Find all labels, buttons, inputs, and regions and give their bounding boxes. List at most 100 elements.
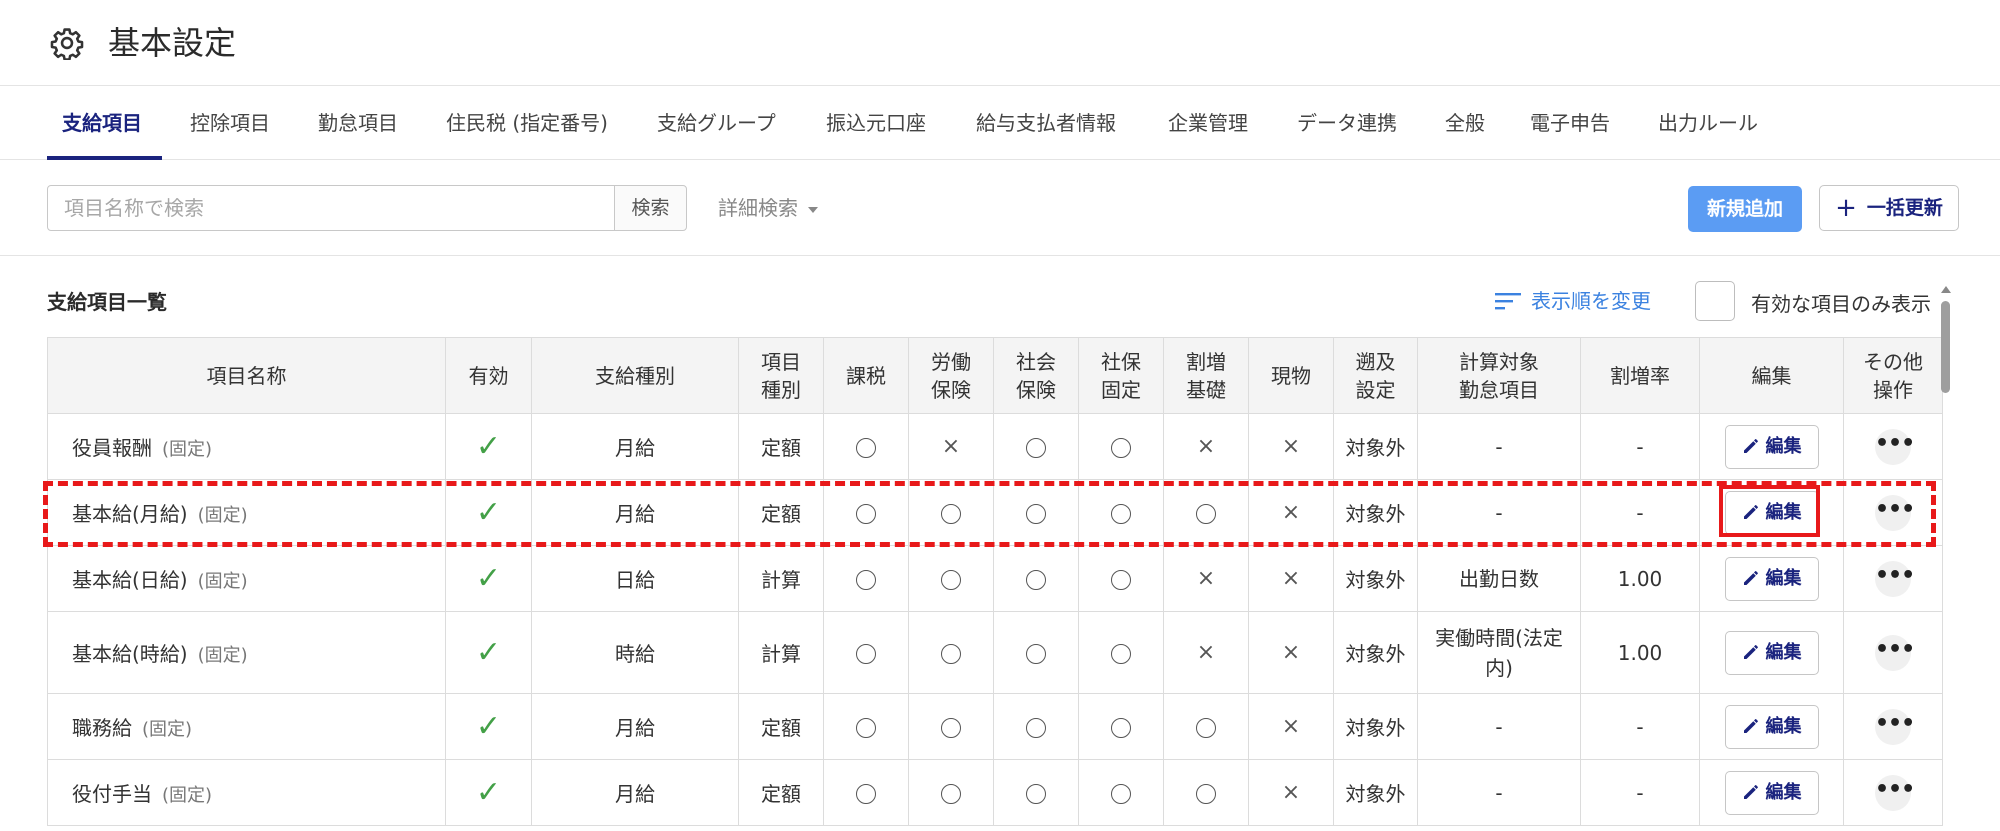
- circle-mark-icon: [1026, 644, 1046, 664]
- more-options-icon[interactable]: •••: [1875, 560, 1915, 597]
- pencil-icon: [1743, 784, 1758, 799]
- scrollbar-thumb[interactable]: [1941, 301, 1950, 393]
- table-header-row: 項目名称 有効 支給種別 項目 種別 課税 労働 保険 社会 保険 社保 固定 割増 基礎…: [47, 337, 1943, 414]
- edit-button[interactable]: 編集: [1724, 556, 1819, 601]
- item-name-cell: 基本給(時給) (固定): [47, 611, 446, 694]
- cross-mark-icon: ×: [941, 434, 961, 459]
- circle-mark-icon: [1111, 570, 1131, 590]
- tab-company-management[interactable]: 企業管理: [1168, 86, 1248, 160]
- premium-rate-cell: 1.00: [1580, 611, 1700, 694]
- cross-mark-icon: ×: [1281, 434, 1301, 459]
- add-new-button[interactable]: 新規追加: [1688, 186, 1802, 232]
- tax-cell: [823, 611, 909, 694]
- page-header: 基本設定: [0, 0, 2000, 86]
- edit-button[interactable]: 編集: [1724, 630, 1819, 675]
- premium-rate-cell: 1.00: [1580, 545, 1700, 612]
- table-row[interactable]: 基本給(時給) (固定) ✓ 時給 計算 × × 対象外 実働時間(法定内) 1.00 編集 •••: [47, 611, 1943, 694]
- item-type-cell: 定額: [738, 413, 824, 480]
- shaho-cell: [1078, 759, 1164, 826]
- premium-rate-cell: -: [1580, 479, 1700, 546]
- circle-mark-icon: [1026, 504, 1046, 524]
- col-header-valid: 有効: [445, 337, 532, 414]
- more-options-icon[interactable]: •••: [1875, 494, 1915, 531]
- premium-cell: [1163, 693, 1249, 760]
- premium-cell: ×: [1163, 611, 1249, 694]
- bulk-update-button[interactable]: + 一括更新: [1819, 185, 1959, 231]
- item-name-cell: 役付手当 (固定): [47, 759, 446, 826]
- tab-transfer-account[interactable]: 振込元口座: [826, 86, 926, 160]
- other-actions-cell: •••: [1843, 479, 1943, 546]
- table-row[interactable]: 基本給(日給) (固定) ✓ 日給 計算 × × 対象外 出勤日数 1.00 編集 •••: [47, 545, 1943, 612]
- more-options-icon[interactable]: •••: [1875, 428, 1915, 465]
- retroactive-cell: 対象外: [1333, 413, 1418, 480]
- shaho-cell: [1078, 545, 1164, 612]
- tab-payer-info[interactable]: 給与支払者情報: [976, 86, 1116, 160]
- pencil-icon: [1743, 570, 1758, 585]
- table-row[interactable]: 職務給 (固定) ✓ 月給 定額 × 対象外 - - 編集 •••: [47, 693, 1943, 760]
- tab-deduction-items[interactable]: 控除項目: [190, 86, 270, 160]
- search-toolbar: 検索 詳細検索 新規追加 + 一括更新: [0, 160, 2000, 256]
- tax-cell: [823, 693, 909, 760]
- circle-mark-icon: [1026, 570, 1046, 590]
- item-name: 基本給(時給): [72, 642, 188, 666]
- edit-button[interactable]: 編集: [1724, 770, 1819, 815]
- circle-mark-icon: [941, 784, 961, 804]
- col-header-retroactive: 遡及 設定: [1333, 337, 1418, 414]
- tab-attendance-items[interactable]: 勤怠項目: [318, 86, 398, 160]
- advanced-search-dropdown[interactable]: 詳細検索: [718, 185, 818, 231]
- pencil-icon: [1743, 644, 1758, 659]
- edit-label: 編集: [1765, 781, 1802, 803]
- item-type-cell: 定額: [738, 693, 824, 760]
- tab-e-filing[interactable]: 電子申告: [1530, 86, 1610, 160]
- search-button[interactable]: 検索: [614, 185, 687, 231]
- edit-cell: 編集: [1699, 413, 1844, 480]
- edit-button[interactable]: 編集: [1724, 704, 1819, 749]
- circle-mark-icon: [1111, 504, 1131, 524]
- more-options-icon[interactable]: •••: [1875, 774, 1915, 811]
- more-options-icon[interactable]: •••: [1875, 634, 1915, 671]
- tax-cell: [823, 759, 909, 826]
- edit-button[interactable]: 編集: [1724, 490, 1819, 535]
- item-type-cell: 定額: [738, 479, 824, 546]
- item-name-cell: 基本給(日給) (固定): [47, 545, 446, 612]
- inkind-cell: ×: [1248, 693, 1334, 760]
- fixed-tag: (固定): [162, 439, 213, 460]
- cross-mark-icon: ×: [1196, 640, 1216, 665]
- tab-pay-items[interactable]: 支給項目: [62, 86, 142, 160]
- only-valid-checkbox[interactable]: [1695, 281, 1735, 321]
- calc-attendance-cell: 出勤日数: [1417, 545, 1581, 612]
- calc-attendance-cell: -: [1417, 693, 1581, 760]
- edit-button[interactable]: 編集: [1724, 424, 1819, 469]
- change-order-link[interactable]: 表示順を変更: [1495, 285, 1651, 314]
- fixed-tag: (固定): [197, 645, 248, 666]
- vertical-scrollbar[interactable]: [1940, 286, 1952, 831]
- premium-cell: [1163, 759, 1249, 826]
- edit-cell: 編集: [1699, 611, 1844, 694]
- table-row[interactable]: 役付手当 (固定) ✓ 月給 定額 × 対象外 - - 編集 •••: [47, 759, 1943, 826]
- col-header-other-actions: その他 操作: [1843, 337, 1943, 414]
- table-row[interactable]: 役員報酬 (固定) ✓ 月給 定額 × × × 対象外 - - 編集 •••: [47, 413, 1943, 480]
- tab-resident-tax[interactable]: 住民税 (指定番号): [446, 86, 608, 160]
- scroll-up-arrow-icon[interactable]: [1941, 286, 1951, 293]
- col-header-calc-attendance: 計算対象 勤怠項目: [1417, 337, 1581, 414]
- item-name-search-input[interactable]: [47, 185, 615, 231]
- calc-attendance-cell: 実働時間(法定内): [1417, 611, 1581, 694]
- circle-mark-icon: [941, 644, 961, 664]
- tab-output-rules[interactable]: 出力ルール: [1658, 86, 1758, 160]
- tab-pay-group[interactable]: 支給グループ: [657, 86, 776, 160]
- table-row[interactable]: 基本給(月給) (固定) ✓ 月給 定額 × 対象外 - - 編集 •••: [47, 479, 1943, 546]
- change-order-label: 表示順を変更: [1531, 289, 1651, 313]
- other-actions-cell: •••: [1843, 545, 1943, 612]
- fixed-tag: (固定): [162, 785, 213, 806]
- inkind-cell: ×: [1248, 545, 1334, 612]
- tab-data-integration[interactable]: データ連携: [1297, 86, 1397, 160]
- more-options-icon[interactable]: •••: [1875, 708, 1915, 745]
- valid-cell: ✓: [445, 611, 532, 694]
- item-name: 役員報酬: [72, 436, 152, 460]
- retroactive-cell: 対象外: [1333, 545, 1418, 612]
- col-header-name[interactable]: 項目名称: [47, 337, 446, 414]
- edit-label: 編集: [1765, 435, 1802, 457]
- pay-type-cell: 月給: [531, 413, 739, 480]
- tab-general[interactable]: 全般: [1445, 86, 1485, 160]
- edit-label: 編集: [1765, 715, 1802, 737]
